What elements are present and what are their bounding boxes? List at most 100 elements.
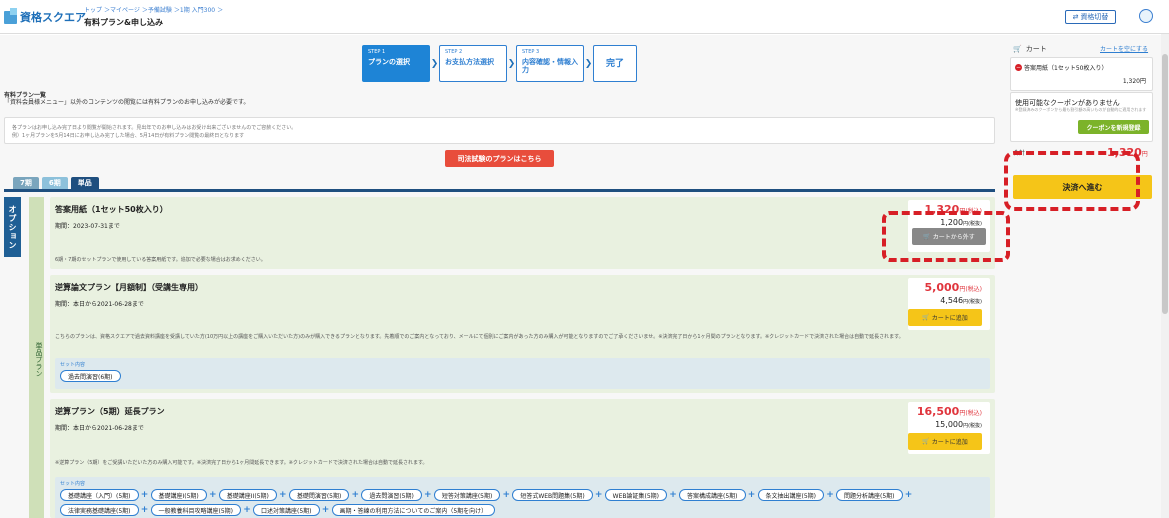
set-contents-label: セット内容 <box>60 362 86 368</box>
sub-price-suffix: 円(税抜) <box>963 299 982 305</box>
register-coupon-button[interactable]: クーポンを新規登録 <box>1078 120 1149 134</box>
cart-item-box: − 答案用紙（1セット50枚入り） 1,320円 <box>1010 57 1153 91</box>
set-item-chip[interactable]: 基礎講座I(5期) <box>150 489 207 501</box>
set-item-chip[interactable]: 法律実務基礎講座(5期) <box>60 504 139 516</box>
cart-item: − 答案用紙（1セット50枚入り） <box>1015 63 1107 72</box>
header: 資格スクエア トップ ＞マイページ ＞予備試験 ＞1期 入門300 ＞ 有料プラン&申し… <box>0 0 1169 34</box>
logo[interactable]: 資格スクエア <box>4 7 86 25</box>
tab-7ki[interactable]: 7期 <box>13 177 39 189</box>
set-item-chip[interactable]: 基礎問演習(5期) <box>288 489 350 501</box>
plan-name: 逆算プラン（5期）延長プラン <box>55 407 165 416</box>
plus-icon: + <box>140 490 149 500</box>
set-item-chip[interactable]: 答案構成講座(5期) <box>679 489 746 501</box>
plan-period: 期間：2023-07-31まで <box>55 223 120 230</box>
step-2-label: お支払方法選択 <box>445 58 494 66</box>
add-to-cart-button[interactable]: 🛒 カートに追加 <box>908 309 982 326</box>
main-content: STEP 1 プランの選択 ❯ STEP 2 お支払方法選択 ❯ STEP 3 … <box>0 35 1003 518</box>
step-3-no: STEP 3 <box>522 49 540 55</box>
breadcrumb-sep: ＞ <box>217 7 224 14</box>
set-contents-box: セット内容 基礎講座（入門）(5期) + 基礎講座I(5期) + 基礎講座II(5期… <box>55 477 990 518</box>
set-item-chip[interactable]: 基礎講座（入門）(5期) <box>60 489 139 501</box>
add-to-cart-button[interactable]: 🛒 カートに追加 <box>908 433 982 450</box>
step-1: STEP 1 プランの選択 <box>362 45 430 82</box>
page: 資格スクエア トップ ＞マイページ ＞予備試験 ＞1期 入門300 ＞ 有料プラン&申し… <box>0 0 1169 518</box>
price-tax-excluded: 15,000円(税抜) <box>935 420 982 429</box>
plus-icon: + <box>594 490 603 500</box>
step-complete-label: 完了 <box>605 58 624 69</box>
plus-icon: + <box>747 490 756 500</box>
plan-tabs: 7期 6期 単品 <box>13 177 99 189</box>
price-tax-included: 5,000円(税込) <box>925 281 982 294</box>
breadcrumb: トップ ＞マイページ ＞予備試験 ＞1期 入門300 ＞ <box>84 5 225 14</box>
set-item-chip[interactable]: 基礎講座II(5期) <box>218 489 277 501</box>
sub-price-value: 4,546 <box>940 296 964 305</box>
plus-icon: + <box>140 505 149 515</box>
cart-icon: 🛒 <box>1013 45 1022 53</box>
vertical-scrollbar[interactable] <box>1161 34 1169 518</box>
step-1-no: STEP 1 <box>368 49 386 55</box>
plus-icon: + <box>424 490 432 500</box>
price-box: 16,500円(税込) 15,000円(税抜) 🛒 カートに追加 <box>908 402 990 454</box>
notice-line-1: 各プランはお申し込み完了日より閲覧が開始されます。見出年でのお申し込みはお受け出… <box>12 125 297 131</box>
step-2-no: STEP 2 <box>445 49 463 55</box>
set-item-chip[interactable]: 一般教養科目攻略講座(5期) <box>150 504 241 516</box>
tab-tanpin[interactable]: 単品 <box>70 177 99 189</box>
breadcrumb-yobi[interactable]: ＞予備試験 <box>142 7 172 14</box>
plan-description: こちらのプランは、資格スクエアで過去資料講座を受講していた方(10万円以上の講座… <box>55 334 904 340</box>
switch-arrows-icon: ⇄ <box>1072 13 1079 21</box>
switch-qualification-button[interactable]: ⇄ 資格切替 <box>1065 10 1116 24</box>
price-suffix: 円(税込) <box>959 410 982 417</box>
price-tax-excluded: 4,546円(税抜) <box>940 296 982 305</box>
breadcrumb-course[interactable]: ＞1期 入門300 <box>174 7 215 14</box>
breadcrumb-mypage[interactable]: ＞マイページ <box>104 7 140 14</box>
set-item-chip[interactable]: 画期・答練の利用方法についてのご案内（5期を向け） <box>331 504 496 516</box>
notice-box: 各プランはお申し込み完了日より閲覧が開始されます。見出年でのお申し込みはお受け出… <box>4 117 995 144</box>
breadcrumb-top[interactable]: トップ <box>84 7 102 14</box>
set-item-chip[interactable]: 短答対策講座(5期) <box>433 489 501 501</box>
price-tax-included: 16,500円(税込) <box>917 405 982 418</box>
plus-icon: + <box>321 505 330 515</box>
clear-cart-link[interactable]: カートを空にする <box>1100 44 1148 53</box>
cart-item-name: 答案用紙（1セット50枚入り） <box>1024 65 1108 72</box>
plus-icon: + <box>669 490 677 500</box>
chevron-right-icon: ❯ <box>430 58 439 69</box>
coupon-note: ※登録済みのクーポンから最も割引額の高いものが自動的に適用されます <box>1015 107 1147 112</box>
chevron-right-icon: ❯ <box>507 58 516 69</box>
price-value: 16,500 <box>916 405 960 418</box>
plan-period: 期間：本日から2021-06-28まで <box>55 301 144 308</box>
chevron-right-icon: ❯ <box>584 58 593 69</box>
section-description: 「資料会員様メニュー」以外のコンテンツの閲覧には有料プランのお申し込みが必要です… <box>4 99 250 106</box>
user-avatar-icon[interactable] <box>1139 9 1153 23</box>
set-item-chip[interactable]: 問題分析講座(5期) <box>836 489 903 501</box>
set-contents-chips: 過去問演習(6期) <box>60 370 985 382</box>
sub-price-value: 15,000 <box>935 420 964 429</box>
add-to-cart-label: カートに追加 <box>931 439 968 446</box>
set-item-chip[interactable]: 過去問演習(5期) <box>361 489 422 501</box>
step-3-label: 内容確認・情報入力 <box>522 58 578 74</box>
scrollbar-thumb[interactable] <box>1162 54 1168 314</box>
set-item-chip[interactable]: 過去問演習(6期) <box>60 370 121 382</box>
plan-card: 逆算論文プラン【月額制】（受講生専用） 期間：本日から2021-06-28まで … <box>50 275 995 393</box>
cart-item-price: 1,320円 <box>1122 78 1146 85</box>
remove-item-icon[interactable]: − <box>1015 64 1022 71</box>
set-contents-label: セット内容 <box>60 481 86 487</box>
tab-underline <box>4 189 995 192</box>
plan-name: 逆算論文プラン【月額制】（受講生専用） <box>55 283 203 292</box>
plus-icon: + <box>209 490 217 500</box>
tab-6ki[interactable]: 6期 <box>41 177 68 189</box>
set-item-chip[interactable]: 条文抽出講座(5期) <box>757 489 825 501</box>
set-contents-box: セット内容 過去問演習(6期) <box>55 358 990 389</box>
price-box: 5,000円(税込) 4,546円(税抜) 🛒 カートに追加 <box>908 278 990 330</box>
cart-icon: 🛒 <box>922 314 930 321</box>
set-item-chip[interactable]: 口述対策講座(5期) <box>253 504 320 516</box>
set-item-chip[interactable]: 短答式WEB問題集(5期) <box>512 489 593 501</box>
plan-description: 6期・7期のセットプランで使用している答案用紙です。追加で必要な場合はお求めくだ… <box>55 257 266 263</box>
price-value: 5,000 <box>924 281 960 294</box>
cart-icon: 🛒 <box>922 438 930 445</box>
set-item-chip[interactable]: WEB論証集(5期) <box>604 489 668 501</box>
tanpin-side-label: 単品プラン <box>29 197 44 518</box>
shiho-plan-button[interactable]: 司法試験のプランはこちら <box>445 150 554 167</box>
logo-text: 資格スクエア <box>20 11 86 24</box>
plus-icon: + <box>243 505 251 515</box>
cart-header: 🛒 カート <box>1013 44 1047 54</box>
